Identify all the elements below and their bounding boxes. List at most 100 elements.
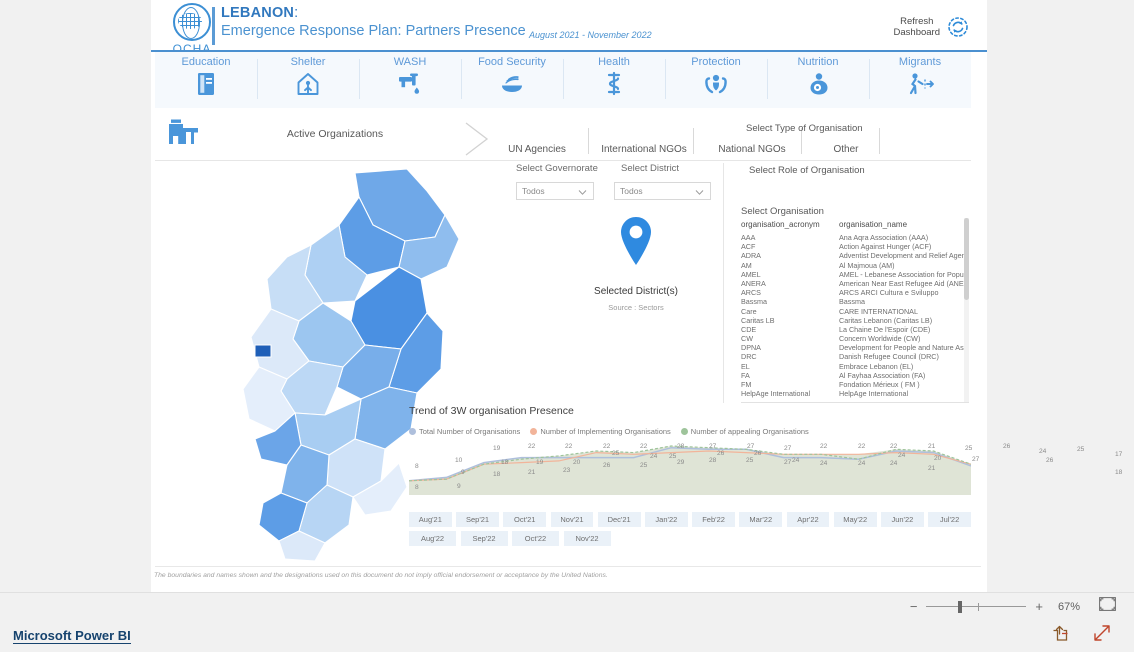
governorate-select[interactable]: Todos: [516, 182, 594, 200]
scrollbar-thumb[interactable]: [964, 218, 969, 300]
chart-data-label: 17: [1115, 451, 1123, 458]
zoom-slider-thumb[interactable]: [958, 600, 963, 613]
sector-label: Protection: [691, 56, 741, 68]
month-chip[interactable]: Jun'22: [881, 512, 924, 527]
month-chip[interactable]: Apr'22: [786, 512, 830, 527]
organisation-row[interactable]: Care CARE INTERNATIONAL: [741, 307, 969, 316]
chevron-down-icon: [578, 188, 587, 198]
refresh-icon[interactable]: [947, 16, 969, 38]
sector-item-wash[interactable]: WASH: [359, 52, 461, 108]
organisation-row[interactable]: AMEL AMEL - Lebanese Association for Popu…: [741, 270, 969, 279]
month-chip[interactable]: Jan'22: [645, 512, 688, 527]
organisation-acronym: ANERA: [741, 278, 766, 288]
chart-data-label: 25: [965, 445, 973, 452]
month-chip[interactable]: May'22: [833, 512, 877, 527]
fit-to-page-icon[interactable]: [1099, 597, 1116, 616]
chart-data-label: 26: [754, 450, 762, 457]
zoom-out-button[interactable]: −: [906, 599, 922, 614]
sector-label: Education: [181, 56, 231, 68]
month-chip[interactable]: Oct'21: [503, 512, 547, 527]
refresh-dashboard-button[interactable]: Refresh Dashboard: [894, 16, 969, 38]
organisation-row[interactable]: HelpAge International HelpAge Internation…: [741, 389, 969, 398]
organisation-name: Caritas Lebanon (Caritas LB): [839, 315, 933, 325]
chart-plot-area[interactable]: 8 8 10 9 9 19 18 18 22 19 21 22 20 23 22 25 26 22 24 25 28 25…: [409, 443, 1122, 495]
select-role-of-organisation-label[interactable]: Select Role of Organisation: [749, 165, 865, 176]
filter-group: Select Governorate Todos Select District…: [516, 163, 736, 207]
chart-data-label: 29: [677, 459, 685, 466]
select-organisation-label[interactable]: Select Organisation: [741, 206, 824, 217]
organisation-row[interactable]: ADRA Adventist Development and Relief Age…: [741, 251, 969, 260]
district-select[interactable]: Todos: [614, 182, 711, 200]
zoom-slider[interactable]: [926, 600, 1027, 614]
sector-item-nutrition[interactable]: Nutrition: [767, 52, 869, 108]
organisation-list-scrollbar[interactable]: [964, 218, 969, 402]
organisation-row[interactable]: FA Al Fayhaa Association (FA): [741, 371, 969, 380]
organisation-name: Ana Aqra Association (AAA): [839, 233, 929, 242]
chart-data-label: 9: [461, 469, 465, 476]
organisation-acronym: Bassma: [741, 297, 767, 307]
organisation-row[interactable]: DPNA Development for People and Nature As…: [741, 343, 969, 352]
month-chip[interactable]: Oct'22: [512, 531, 559, 546]
select-type-of-organisation-label[interactable]: Select Type of Organisation: [746, 123, 863, 134]
hands-person-icon: [702, 70, 730, 98]
organisation-row[interactable]: AM Al Majmoua (AM): [741, 261, 969, 270]
chart-data-label: 19: [493, 445, 501, 452]
organisation-acronym: Care: [741, 306, 757, 316]
legend-item[interactable]: Total Number of Organisations: [409, 427, 520, 436]
legend-item[interactable]: Number of appealing Organisations: [680, 427, 809, 436]
organisation-row[interactable]: ANERA American Near East Refugee Aid (ANE…: [741, 279, 969, 288]
organisation-row[interactable]: EL Embrace Lebanon (EL): [741, 362, 969, 371]
country-name: LEBANON: [221, 5, 295, 21]
month-chip[interactable]: Sep'21: [456, 512, 499, 527]
organisation-row[interactable]: Bassma Bassma: [741, 297, 969, 306]
organisation-row[interactable]: DRC Danish Refugee Council (DRC): [741, 352, 969, 361]
sector-item-shelter[interactable]: Shelter: [257, 52, 359, 108]
organisation-name: Danish Refugee Council (DRC): [839, 352, 939, 362]
chart-data-label: 24: [650, 453, 658, 460]
month-chip[interactable]: Aug'22: [409, 531, 456, 546]
organisation-row[interactable]: FM Fondation Mérieux ( FM ): [741, 380, 969, 389]
tab-international-ngos[interactable]: International NGOs: [591, 144, 697, 155]
month-chip[interactable]: Dec'21: [597, 512, 641, 527]
shelter-person-house-icon: [295, 70, 321, 98]
sector-item-education[interactable]: Education: [155, 52, 257, 108]
organisation-row[interactable]: AAA Ana Aqra Association (AAA): [741, 233, 969, 242]
organisation-row[interactable]: CDE La Chaine De l'Espoir (CDE): [741, 325, 969, 334]
organisation-row[interactable]: Caritas LB Caritas Lebanon (Caritas LB): [741, 316, 969, 325]
organisation-row[interactable]: ACF Action Against Hunger (ACF): [741, 242, 969, 251]
sector-label: Health: [598, 56, 630, 68]
chart-data-label: 28: [709, 457, 717, 464]
powerbi-brand-link[interactable]: Microsoft Power BI: [13, 628, 131, 644]
organisation-acronym: FM: [741, 380, 752, 389]
organisation-acronym: FA: [741, 370, 750, 380]
organisation-name: CARE INTERNATIONAL: [839, 306, 918, 316]
organisation-list[interactable]: AAA Ana Aqra Association (AAA) ACF Action A…: [741, 233, 969, 402]
organisation-acronym: HelpAge International: [741, 389, 811, 399]
month-chip[interactable]: Jul'22: [928, 512, 971, 527]
month-chip[interactable]: Nov'22: [563, 531, 611, 546]
zoom-in-button[interactable]: +: [1031, 599, 1047, 614]
fullscreen-icon[interactable]: [1092, 623, 1112, 648]
sector-item-food-security[interactable]: Food Security: [461, 52, 563, 108]
chart-data-label: 21: [928, 443, 936, 450]
legend-item[interactable]: Number of Implementing Organisations: [530, 427, 671, 436]
month-chip[interactable]: Nov'21: [550, 512, 594, 527]
chart-data-label: 21: [928, 465, 936, 472]
month-chip[interactable]: Mar'22: [739, 512, 783, 527]
buildings-organization-icon: [167, 119, 201, 154]
sector-item-health[interactable]: Health: [563, 52, 665, 108]
governorate-filter-label: Select Governorate: [516, 163, 598, 174]
share-icon[interactable]: [1050, 624, 1070, 647]
organisation-name: Al Majmoua (AM): [839, 260, 895, 270]
organisation-row[interactable]: ARCS ARCS ARCI Cultura e Sviluppo: [741, 288, 969, 297]
legend-color-swatch: [680, 428, 688, 435]
month-chip[interactable]: Sep'22: [460, 531, 508, 546]
organisation-row[interactable]: CW Concern Worldwide (CW): [741, 334, 969, 343]
tab-un-agencies[interactable]: UN Agencies: [491, 144, 583, 155]
month-row-1: Aug'21 Sep'21 Oct'21 Nov'21 Dec'21 Jan'22 Feb'…: [409, 512, 971, 527]
month-filter-buttons: Aug'21 Sep'21 Oct'21 Nov'21 Dec'21 Jan'22 Feb'…: [409, 512, 971, 550]
month-chip[interactable]: Feb'22: [692, 512, 735, 527]
sector-item-migrants[interactable]: Migrants: [869, 52, 971, 108]
sector-item-protection[interactable]: Protection: [665, 52, 767, 108]
month-chip[interactable]: Aug'21: [409, 512, 452, 527]
